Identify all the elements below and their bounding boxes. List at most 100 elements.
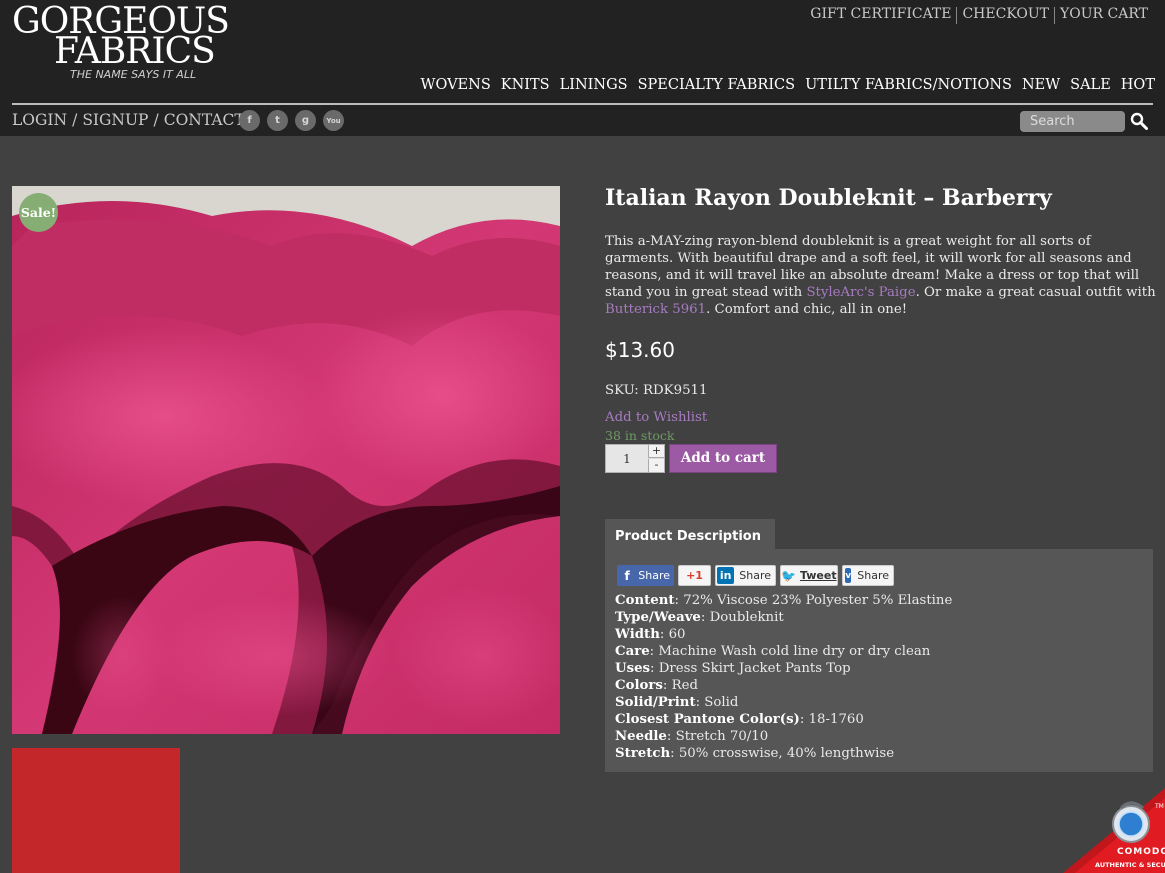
facebook-icon: f (624, 568, 630, 583)
site-logo[interactable]: GORGEOUS FABRICS THE NAME SAYS IT ALL (12, 4, 230, 84)
site-header: GORGEOUS FABRICS THE NAME SAYS IT ALL GI… (0, 0, 1165, 136)
spec-row: Needle: Stretch 70/10 (615, 728, 952, 745)
account-separator: / (72, 111, 78, 129)
product-title: Italian Rayon Doubleknit – Barberry (605, 185, 1052, 211)
product-sku: SKU: RDK9511 (605, 383, 708, 398)
spec-label: Solid/Print (615, 695, 696, 710)
spec-value: : Solid (695, 695, 739, 710)
badge-caption: AUTHENTIC & SECURE (1095, 861, 1165, 869)
facebook-share-button[interactable]: f Share (617, 565, 674, 586)
spec-value: : 72% Viscose 23% Polyester 5% Elastine (674, 593, 953, 608)
product-price: $13.60 (605, 338, 675, 362)
header-divider (12, 103, 1153, 105)
product-thumbnail[interactable] (12, 748, 180, 873)
main-nav: WOVENS KNITS LININGS SPECIALTY FABRICS U… (416, 77, 1160, 93)
nav-item-knits[interactable]: KNITS (496, 77, 555, 93)
linkedin-share-button[interactable]: in Share (715, 565, 776, 586)
tab-product-description[interactable]: Product Description (605, 519, 775, 551)
spec-label: Needle (615, 729, 667, 744)
add-to-wishlist-link[interactable]: Add to Wishlist (605, 410, 707, 425)
spec-row: Width: 60 (615, 626, 952, 643)
youtube-icon[interactable]: You (323, 110, 344, 131)
spec-value: : Dress Skirt Jacket Pants Top (650, 661, 851, 676)
social-links: f t g You (239, 110, 344, 131)
google-plus-icon[interactable]: g (295, 110, 316, 131)
search-icon[interactable] (1130, 112, 1148, 130)
spec-label: Type/Weave (615, 610, 701, 625)
comodo-secure-badge[interactable]: TM COMODO AUTHENTIC & SECURE (1063, 788, 1165, 873)
nav-item-sale[interactable]: SALE (1065, 77, 1116, 93)
tweet-label: Tweet (799, 569, 837, 582)
nav-item-new[interactable]: NEW (1017, 77, 1065, 93)
facebook-share-label: Share (638, 569, 670, 582)
tweet-button[interactable]: 🐦 Tweet (780, 565, 838, 586)
twitter-icon[interactable]: t (267, 110, 288, 131)
spec-value: : Doubleknit (700, 610, 784, 625)
description-text: . Or make a great casual outfit with (915, 285, 1156, 300)
linkedin-share-label: Share (739, 569, 771, 582)
contact-link[interactable]: CONTACT (164, 111, 245, 129)
spec-label: Content (615, 593, 675, 608)
twitter-bird-icon: 🐦 (781, 568, 796, 583)
product-main-image[interactable] (12, 186, 560, 734)
vk-icon: v (845, 568, 852, 583)
nav-item-linings[interactable]: LININGS (555, 77, 633, 93)
search-input[interactable] (1020, 111, 1125, 132)
quantity-input[interactable] (606, 445, 648, 472)
vk-share-button[interactable]: v Share (842, 565, 894, 586)
spec-value: : 60 (659, 627, 686, 642)
spec-row: Care: Machine Wash cold line dry or dry … (615, 643, 952, 660)
vk-share-label: Share (857, 569, 889, 582)
badge-brand: COMODO (1117, 847, 1165, 857)
facebook-icon[interactable]: f (239, 110, 260, 131)
spec-label: Closest Pantone Color(s) (615, 712, 800, 727)
spec-row: Type/Weave: Doubleknit (615, 609, 952, 626)
share-buttons: f Share +1 in Share 🐦 Tweet v Share (617, 565, 894, 586)
nav-item-specialty-fabrics[interactable]: SPECIALTY FABRICS (633, 77, 800, 93)
nav-item-utility-fabrics[interactable]: UTILTY FABRICS/NOTIONS (800, 77, 1017, 93)
add-to-cart-button[interactable]: Add to cart (669, 444, 777, 473)
quantity-stepper: + - (605, 444, 665, 473)
spec-value: : Machine Wash cold line dry or dry clea… (649, 644, 931, 659)
linkedin-icon: in (717, 567, 735, 584)
spec-row: Colors: Red (615, 677, 952, 694)
product-specs: Content: 72% Viscose 23% Polyester 5% El… (615, 592, 952, 762)
account-nav: LOGIN / SIGNUP / CONTACT (12, 111, 245, 129)
checkout-link[interactable]: CHECKOUT (957, 6, 1054, 24)
spec-label: Stretch (615, 746, 671, 761)
nav-item-wovens[interactable]: WOVENS (416, 77, 496, 93)
badge-tm: TM (1154, 803, 1164, 810)
spec-value: : Red (662, 678, 698, 693)
your-cart-link[interactable]: YOUR CART (1055, 6, 1153, 24)
signup-link[interactable]: SIGNUP (82, 111, 148, 129)
fabric-photo (12, 186, 560, 734)
stylearc-paige-link[interactable]: StyleArc's Paige (806, 285, 915, 300)
spec-value: : 50% crosswise, 40% lengthwise (670, 746, 895, 761)
login-link[interactable]: LOGIN (12, 111, 67, 129)
quantity-increase-button[interactable]: + (648, 445, 664, 458)
spec-row: Content: 72% Viscose 23% Polyester 5% El… (615, 592, 952, 609)
spec-value: : 18-1760 (799, 712, 864, 727)
spec-label: Care (615, 644, 650, 659)
logo-tagline: THE NAME SAYS IT ALL (70, 68, 197, 81)
logo-line-2: FABRICS (54, 31, 216, 72)
spec-row: Stretch: 50% crosswise, 40% lengthwise (615, 745, 952, 762)
spec-row: Uses: Dress Skirt Jacket Pants Top (615, 660, 952, 677)
nav-item-hot[interactable]: HOT (1116, 77, 1160, 93)
spec-label: Uses (615, 661, 651, 676)
spec-label: Width (615, 627, 660, 642)
spec-row: Closest Pantone Color(s): 18-1760 (615, 711, 952, 728)
spec-value: : Stretch 70/10 (666, 729, 769, 744)
sale-badge: Sale! (19, 193, 58, 232)
description-text: . Comfort and chic, all in one! (706, 302, 908, 317)
spec-row: Solid/Print: Solid (615, 694, 952, 711)
stock-status: 38 in stock (605, 428, 675, 443)
google-plus-button[interactable]: +1 (678, 565, 711, 586)
product-short-description: This a-MAY-zing rayon-blend doubleknit i… (605, 233, 1157, 318)
quantity-decrease-button[interactable]: - (648, 459, 664, 472)
account-separator: / (153, 111, 159, 129)
spec-label: Colors (615, 678, 663, 693)
butterick-link[interactable]: Butterick 5961 (605, 302, 706, 317)
gift-certificate-link[interactable]: GIFT CERTIFICATE (805, 6, 956, 24)
utility-nav: GIFT CERTIFICATE CHECKOUT YOUR CART (805, 6, 1153, 24)
